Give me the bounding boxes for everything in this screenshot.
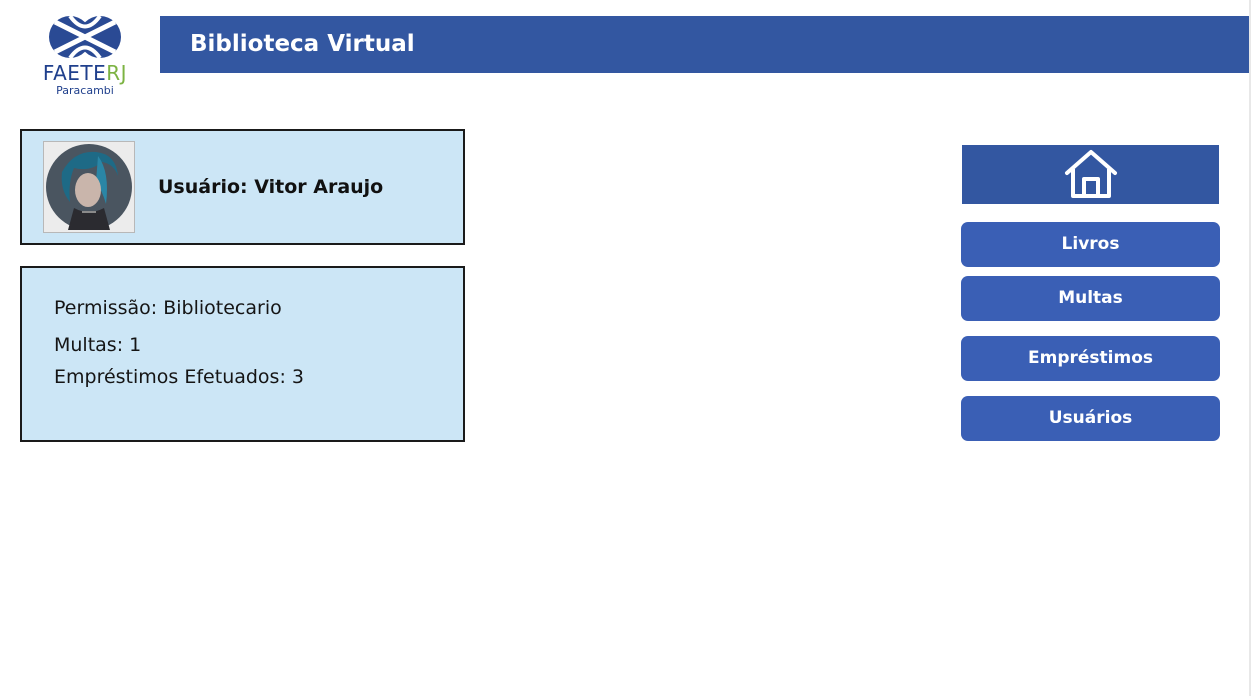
books-button[interactable]: Livros [961, 222, 1220, 267]
logo-word-accent: RJ [106, 61, 128, 85]
user-info-card: Permissão: Bibliotecario Multas: 1 Empré… [20, 266, 465, 442]
permission-label: Permissão: Bibliotecario [54, 297, 282, 319]
logo-wordmark: FAETERJ [30, 62, 140, 84]
users-button[interactable]: Usuários [961, 396, 1220, 441]
fines-button[interactable]: Multas [961, 276, 1220, 321]
faeterj-emblem-icon [49, 14, 121, 60]
loans-count-label: Empréstimos Efetuados: 3 [54, 366, 304, 388]
avatar [43, 141, 135, 233]
logo-subtitle: Paracambi [56, 84, 114, 97]
faeterj-logo: FAETERJ Paracambi [30, 14, 140, 106]
home-button[interactable] [962, 145, 1219, 204]
header-bar: Biblioteca Virtual [160, 16, 1250, 73]
page-title: Biblioteca Virtual [190, 31, 415, 57]
user-avatar-image [44, 142, 134, 232]
user-card: Usuário: Vitor Araujo [20, 129, 465, 245]
user-name-label: Usuário: Vitor Araujo [158, 176, 384, 198]
fines-count-label: Multas: 1 [54, 334, 142, 356]
home-icon [1065, 150, 1117, 198]
loans-button[interactable]: Empréstimos [961, 336, 1220, 381]
logo-word-main: FAETE [42, 61, 107, 85]
